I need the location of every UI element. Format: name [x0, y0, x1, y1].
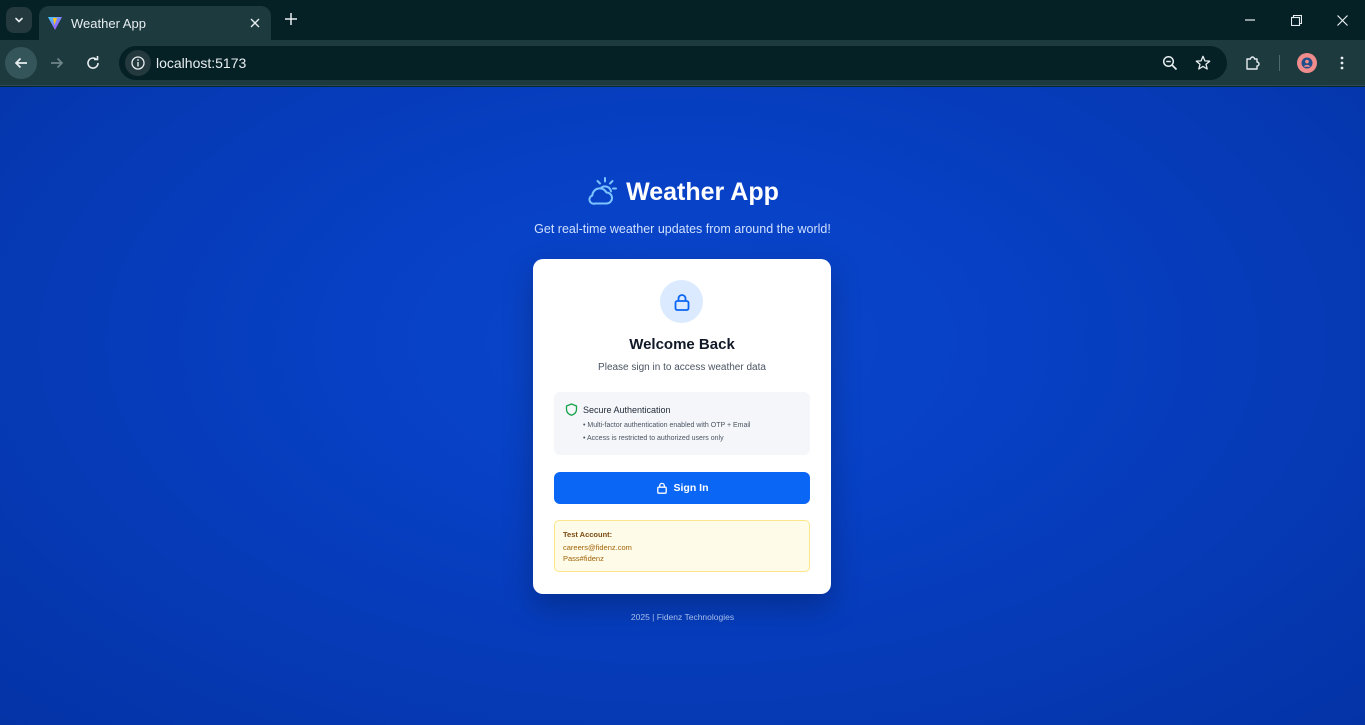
browser-toolbar: localhost:5173: [0, 40, 1365, 86]
lock-icon: [674, 293, 689, 311]
site-info-button[interactable]: [125, 50, 151, 76]
tab-weather-app[interactable]: Weather App: [39, 6, 271, 40]
test-account-password: Pass#fidenz: [563, 554, 604, 563]
plus-icon: [285, 13, 297, 25]
sign-in-button[interactable]: Sign In: [554, 472, 810, 504]
browser-tab-bar: Weather App: [0, 0, 1365, 40]
test-account-email: careers@fidenz.com: [563, 543, 632, 552]
minimize-icon: [1245, 19, 1255, 21]
footer-text: 2025 | Fidenz Technologies: [630, 612, 735, 622]
more-menu-icon[interactable]: [1332, 53, 1352, 73]
test-account-title: Test Account:: [563, 530, 613, 539]
new-tab-button[interactable]: [280, 8, 302, 30]
tab-title: Weather App: [71, 15, 146, 31]
info-icon: [131, 56, 145, 70]
zoom-icon[interactable]: [1160, 53, 1180, 73]
toolbar-separator: [1279, 55, 1280, 71]
extensions-puzzle-icon[interactable]: [1243, 53, 1263, 73]
login-page: Weather App Get real-time weather update…: [0, 87, 1365, 725]
profile-icon: [1301, 57, 1313, 69]
url-text[interactable]: localhost:5173: [156, 55, 246, 71]
welcome-title: Welcome Back: [629, 336, 735, 353]
close-window-button[interactable]: [1327, 6, 1357, 34]
profile-avatar[interactable]: [1297, 53, 1317, 73]
login-card: Welcome Back Please sign in to access we…: [533, 259, 831, 594]
secure-auth-info: Secure Authentication • Multi-factor aut…: [554, 392, 810, 455]
address-bar[interactable]: localhost:5173: [119, 46, 1227, 80]
close-icon: [1336, 14, 1348, 26]
minimize-button[interactable]: [1235, 6, 1265, 34]
close-tab-icon[interactable]: [245, 13, 265, 33]
back-button[interactable]: [5, 47, 37, 79]
welcome-subtitle: Please sign in to access weather data: [598, 362, 766, 373]
secure-auth-item: • Access is restricted to authorized use…: [583, 435, 724, 442]
secure-auth-item: • Multi-factor authentication enabled wi…: [583, 422, 751, 429]
shield-icon: [565, 403, 578, 416]
arrow-left-icon: [14, 57, 27, 69]
vite-logo-icon: [47, 15, 63, 31]
restore-button[interactable]: [1281, 6, 1311, 34]
chevron-down-icon: [15, 17, 23, 23]
reload-icon: [87, 56, 99, 69]
lock-icon: [656, 482, 667, 494]
secure-auth-title: Secure Authentication: [583, 405, 671, 415]
sign-in-label: Sign In: [673, 482, 709, 494]
app-title: Weather App: [626, 177, 779, 206]
forward-button[interactable]: [41, 47, 73, 79]
app-header: Weather App: [0, 175, 1365, 209]
restore-icon: [1290, 14, 1302, 26]
sun-cloud-icon: [588, 177, 618, 205]
tab-search-button[interactable]: [6, 7, 32, 33]
bookmark-star-icon[interactable]: [1193, 53, 1213, 73]
arrow-right-icon: [51, 57, 64, 69]
reload-button[interactable]: [77, 47, 109, 79]
test-account-info: Test Account: careers@fidenz.com Pass#fi…: [554, 520, 810, 572]
app-subtitle: Get real-time weather updates from aroun…: [534, 222, 831, 236]
lock-badge: [660, 280, 703, 323]
